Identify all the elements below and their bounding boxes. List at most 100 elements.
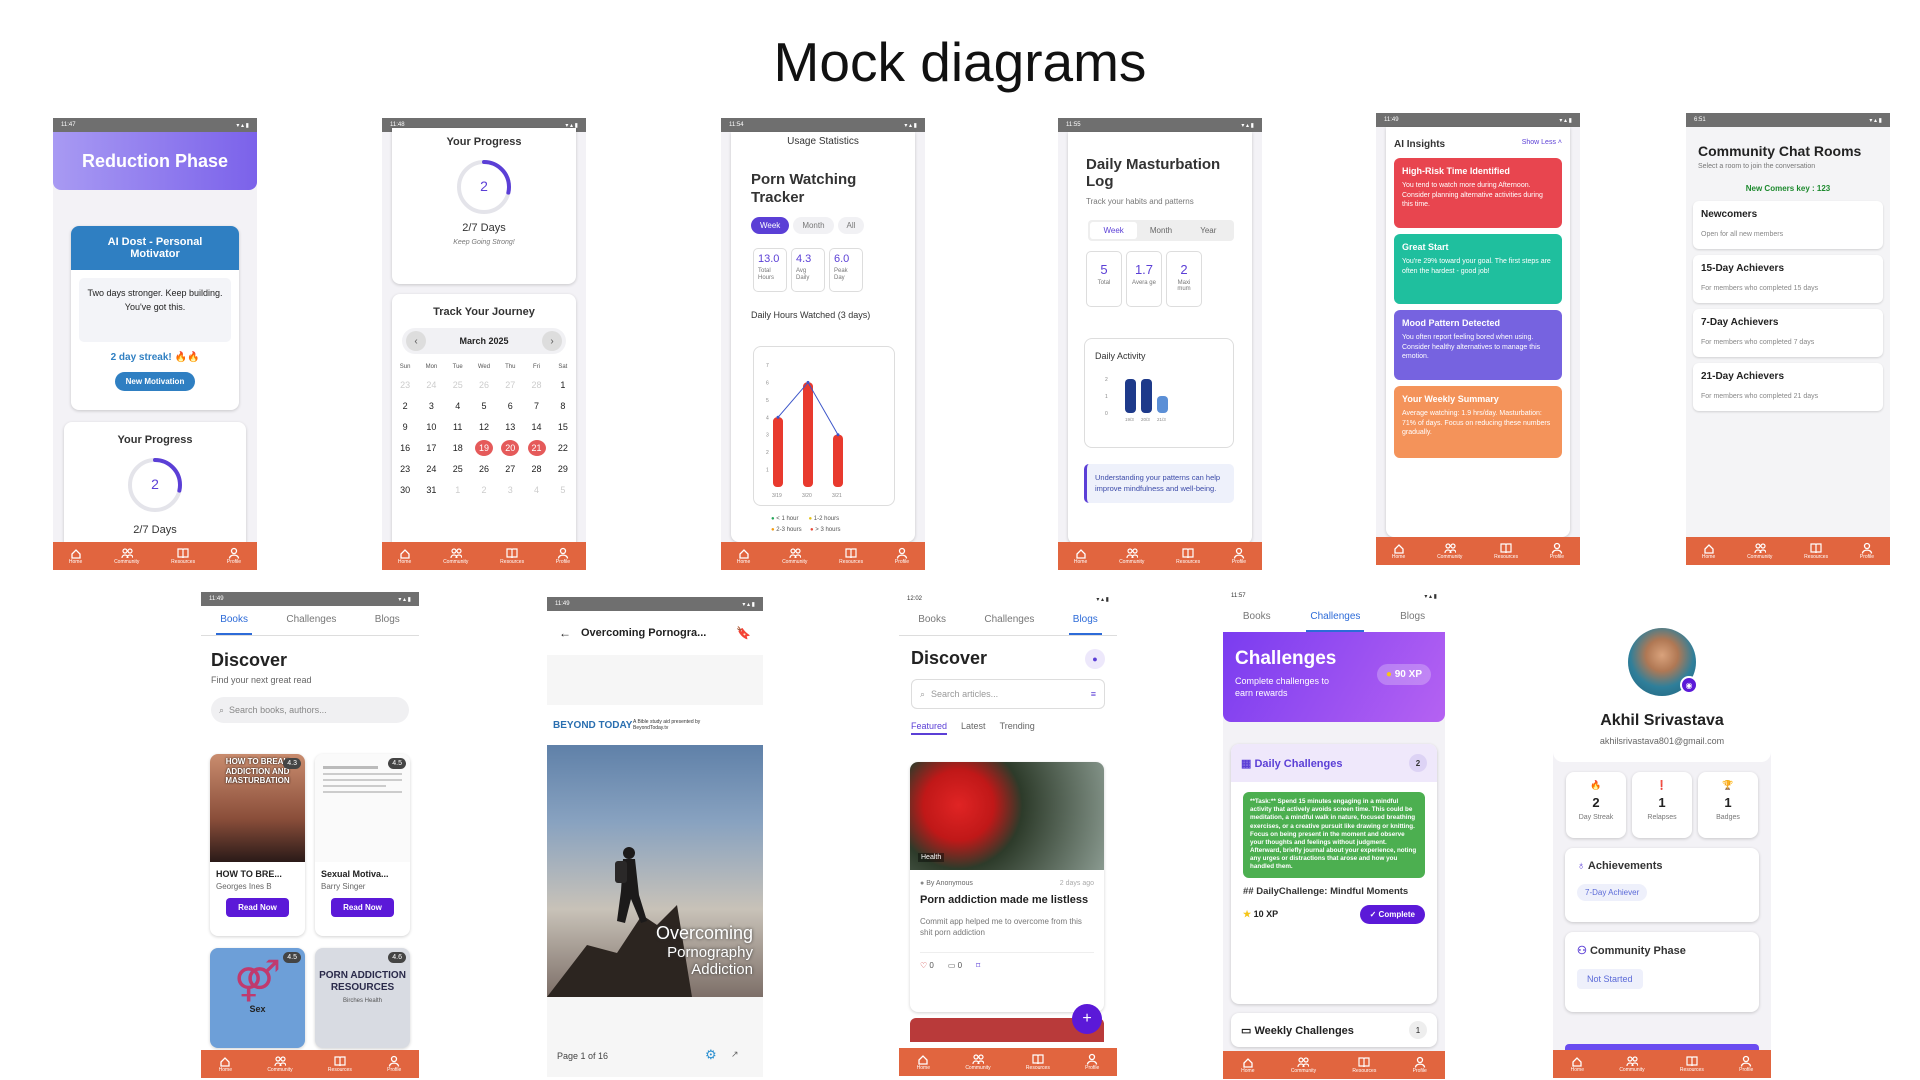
chat-room-item[interactable]: 21-Day Achievers For members who complete… [1693,363,1883,411]
nav-resources[interactable]: Resources [1804,542,1828,560]
nav-resources[interactable]: Resources [1176,547,1200,565]
nav-community[interactable]: Community [267,1055,293,1073]
search-input[interactable]: ⌕ Search articles... ≡ [911,679,1105,709]
calendar-day[interactable]: 15 [554,419,572,435]
calendar-day[interactable]: 31 [422,482,440,498]
tab-books[interactable]: Books [914,606,950,635]
calendar-day[interactable]: 27 [501,377,519,393]
calendar-day[interactable]: 14 [528,419,546,435]
nav-resources[interactable]: Resources [500,547,524,565]
calendar-day[interactable]: 25 [449,377,467,393]
nav-community[interactable]: Community [1619,1055,1645,1073]
chat-room-item[interactable]: 7-Day Achievers For members who completed… [1693,309,1883,357]
tab-books[interactable]: Books [1239,603,1275,632]
calendar-day[interactable]: 8 [554,398,572,414]
nav-home[interactable]: Home [398,547,411,565]
calendar-day[interactable]: 16 [396,440,414,456]
nav-community[interactable]: Community [1291,1056,1316,1074]
filter-featured[interactable]: Featured [911,721,948,735]
calendar-day[interactable]: 2 [475,482,493,498]
tab-week[interactable]: Week [751,217,790,234]
calendar-day[interactable]: 6 [501,398,519,414]
nav-community[interactable]: Community [114,547,139,565]
nav-home[interactable]: Home [1074,547,1087,565]
tab-week[interactable]: Week [1090,221,1138,239]
nav-home[interactable]: Home [1392,542,1405,560]
nav-resources[interactable]: Resources [1680,1055,1704,1073]
nav-resources[interactable]: Resources [839,547,863,565]
back-arrow-icon[interactable]: ← [559,626,571,640]
calendar-day[interactable]: 5 [475,398,493,414]
camera-icon[interactable]: ◉ [1680,676,1698,694]
nav-community[interactable]: Community [782,547,807,565]
nav-profile[interactable]: Profile [1085,1053,1099,1071]
calendar-day[interactable]: 5 [554,482,572,498]
nav-profile[interactable]: Profile [895,547,909,565]
expand-icon[interactable]: ↗ [731,1049,739,1060]
bookmark-icon[interactable]: ⌑ [976,961,980,970]
profile-icon[interactable]: ● [1085,648,1105,669]
calendar-day[interactable]: 24 [422,461,440,477]
nav-profile[interactable]: Profile [1860,542,1874,560]
calendar-day[interactable]: 26 [475,377,493,393]
tab-month[interactable]: Month [1137,222,1184,239]
tab-month[interactable]: Month [793,217,834,234]
nav-profile[interactable]: Profile [1413,1056,1427,1074]
nav-resources[interactable]: Resources [171,547,195,565]
nav-home[interactable]: Home [737,547,750,565]
filter-icon[interactable]: ≡ [1091,689,1096,699]
nav-community[interactable]: Community [1747,542,1772,560]
filter-trending[interactable]: Trending [1000,721,1035,735]
nav-home[interactable]: Home [1702,542,1715,560]
tab-blogs[interactable]: Blogs [1068,606,1102,635]
bookmark-icon[interactable]: 🔖 [736,626,751,640]
calendar-day[interactable]: 10 [422,419,440,435]
book-card[interactable]: ⚤ Sex 4.5 [210,948,305,1048]
weekly-challenges-card[interactable]: ▭ Weekly Challenges 1 [1231,1013,1437,1047]
complete-button[interactable]: ✓ Complete [1359,905,1425,925]
tab-challenges[interactable]: Challenges [282,606,340,635]
calendar-day[interactable]: 22 [554,440,572,456]
calendar-day[interactable]: 7 [528,398,546,414]
calendar-day[interactable]: 29 [554,461,572,477]
tab-blogs[interactable]: Blogs [371,606,404,635]
show-less-toggle[interactable]: Show Less ˄ [1522,139,1562,150]
nav-home[interactable]: Home [1241,1056,1255,1074]
new-motivation-button[interactable]: New Motivation [114,372,196,391]
tab-challenges[interactable]: Challenges [1306,603,1365,632]
filter-latest[interactable]: Latest [961,721,986,735]
book-card[interactable]: HOW TO BREAK ADDICTION AND MASTURBATION … [210,754,305,936]
comment-button[interactable]: ▭ 0 [948,961,962,970]
calendar-day[interactable]: 1 [554,377,572,393]
calendar-day[interactable]: 26 [475,461,493,477]
tab-year[interactable]: Year [1185,222,1232,239]
tab-books[interactable]: Books [216,606,252,635]
read-now-button[interactable]: Read Now [331,898,394,917]
calendar-day[interactable]: 13 [501,419,519,435]
read-now-button[interactable]: Read Now [226,898,289,917]
calendar-day[interactable]: 1 [449,482,467,498]
nav-profile[interactable]: Profile [1232,547,1246,565]
calendar-day[interactable]: 11 [449,419,467,435]
calendar-day[interactable]: 18 [449,440,467,456]
calendar-day[interactable]: 20 [501,439,520,456]
calendar-day[interactable]: 21 [527,439,546,456]
like-button[interactable]: ♡ 0 [920,961,934,970]
calendar-day[interactable]: 28 [528,377,546,393]
tab-challenges[interactable]: Challenges [980,606,1038,635]
nav-community[interactable]: Community [443,547,468,565]
nav-profile[interactable]: Profile [1550,542,1564,560]
calendar-day[interactable]: 23 [396,461,414,477]
nav-resources[interactable]: Resources [1494,542,1518,560]
calendar-day[interactable]: 3 [422,398,440,414]
book-card[interactable]: 4.5 Sexual Motiva... Barry Singer Read N… [315,754,410,936]
calendar-day[interactable]: 4 [449,398,467,414]
calendar-day[interactable]: 3 [501,482,519,498]
calendar-day[interactable]: 4 [528,482,546,498]
book-card[interactable]: PORN ADDICTION RESOURCES Birches Health … [315,948,410,1048]
calendar-day[interactable]: 19 [474,439,493,456]
calendar-day[interactable]: 17 [422,440,440,456]
tab-blogs[interactable]: Blogs [1396,603,1429,632]
next-month-button[interactable]: › [542,331,562,351]
calendar-day[interactable]: 25 [449,461,467,477]
